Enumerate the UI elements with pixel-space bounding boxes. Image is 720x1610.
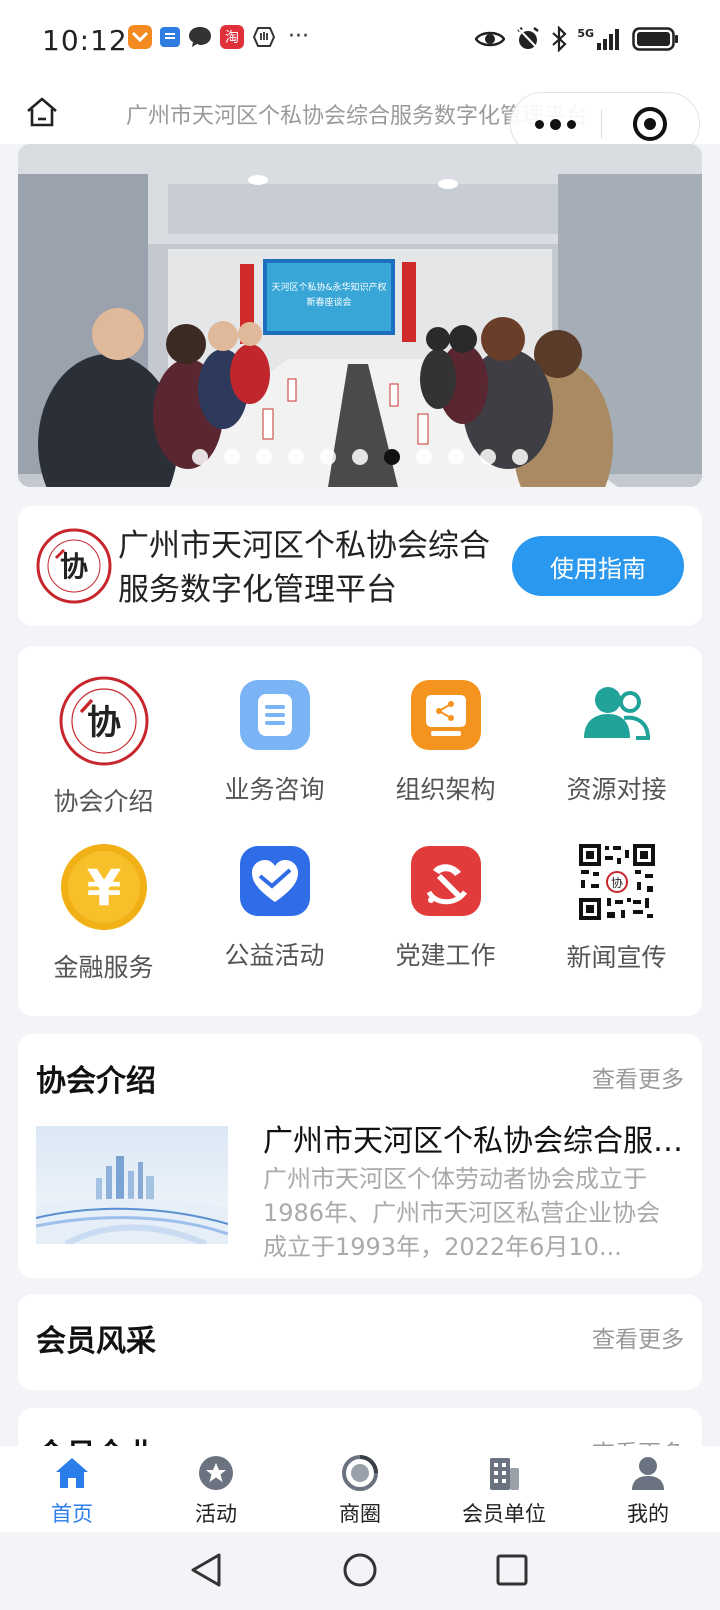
recent-apps-icon[interactable] <box>488 1546 536 1594</box>
menu-label: 金融服务 <box>53 953 154 982</box>
network-type: 5G <box>577 26 594 40</box>
status-time: 10:12 <box>42 24 128 57</box>
tab-label: 活动 <box>195 1502 237 1526</box>
menu-label: 组织架构 <box>395 775 496 804</box>
status-right-icons: 5G <box>475 26 680 52</box>
tab-label: 会员单位 <box>462 1502 546 1526</box>
home-icon <box>53 1454 91 1492</box>
tab-home[interactable]: 首页 <box>0 1446 144 1532</box>
menu-item-news-publicity[interactable]: 协 新闻宣传 <box>531 812 702 972</box>
star-badge-icon <box>197 1454 235 1492</box>
battery-icon <box>632 27 678 51</box>
users-icon <box>572 676 662 754</box>
qr-code-icon: 协 <box>572 842 662 922</box>
menu-logo-glyph: 协 <box>87 703 121 743</box>
screen-text-line2: 新春座谈会 <box>306 296 351 308</box>
taobao-glyph: 淘 <box>225 29 239 46</box>
intro-thumbnail[interactable] <box>35 1126 229 1247</box>
intro-article-text: 广州市天河区个体劳动者协会成立于1986年、广州市天河区私营企业协会成立于199… <box>263 1165 661 1261</box>
tab-label: 我的 <box>627 1502 669 1526</box>
share-screen-icon <box>401 676 491 754</box>
coin-glyph: ¥ <box>86 859 121 917</box>
banner-photo: 天河区个私协&永华知识产权 新春座谈会 <box>18 144 702 487</box>
home-circle-icon[interactable] <box>336 1546 384 1594</box>
tab-profile[interactable]: 我的 <box>576 1446 720 1532</box>
heart-icon <box>230 842 320 920</box>
carousel-dot[interactable] <box>416 449 432 465</box>
carousel-dot[interactable] <box>352 449 368 465</box>
menu-item-org-structure[interactable]: 组织架构 <box>360 646 531 806</box>
ring-icon <box>341 1454 379 1492</box>
system-navigation-bar <box>0 1532 720 1610</box>
menu-item-party-building[interactable]: 党建工作 <box>360 812 531 972</box>
section-association-intro: 协会介绍 查看更多 广州市天河区个私协会综合服务数字化管理平台 广州市天河区个体… <box>18 1034 702 1278</box>
menu-item-association-intro[interactable]: 协 协会介绍 <box>18 646 189 816</box>
yuan-coin-icon: ¥ <box>59 842 149 932</box>
blue-app-icon <box>160 26 180 47</box>
user-guide-button[interactable]: 使用指南 <box>512 536 684 596</box>
signal-icon <box>597 29 619 50</box>
carousel-dot[interactable] <box>512 449 528 465</box>
carousel-dot[interactable] <box>480 449 496 465</box>
alarm-off-icon <box>517 27 541 51</box>
status-bar: 10:12 淘 ··· 5G <box>0 0 720 84</box>
association-logo: 协 <box>36 528 112 604</box>
carousel-dot[interactable] <box>384 449 400 465</box>
menu-label: 新闻宣传 <box>566 943 667 972</box>
screen-text-line1: 天河区个私协&永华知识产权 <box>271 281 386 293</box>
section-member-style: 会员风采 查看更多 <box>18 1294 702 1390</box>
chat-bubble-icon <box>188 25 212 49</box>
tab-business-circle[interactable]: 商圈 <box>288 1446 432 1532</box>
association-logo-icon: 协 <box>59 676 149 766</box>
section-title: 协会介绍 <box>36 1064 156 1099</box>
eye-icon <box>475 31 506 47</box>
taobao-icon: 淘 <box>220 24 244 49</box>
party-emblem-icon <box>401 842 491 920</box>
building-icon <box>485 1454 523 1492</box>
menu-label: 资源对接 <box>566 775 667 804</box>
menu-item-resource-matching[interactable]: 资源对接 <box>531 646 702 806</box>
carousel-dot[interactable] <box>448 449 464 465</box>
section-title: 会员风采 <box>36 1324 156 1359</box>
document-icon <box>230 676 320 754</box>
carousel-dot[interactable] <box>320 449 336 465</box>
bluetooth-icon <box>552 26 567 52</box>
menu-item-business-consulting[interactable]: 业务咨询 <box>189 646 360 806</box>
tab-label: 商圈 <box>339 1502 381 1526</box>
carousel-dot[interactable] <box>256 449 272 465</box>
shield-hand-icon <box>252 25 276 49</box>
platform-header-card: 协 广州市天河区个私协会综合服务数字化管理平台 使用指南 <box>18 506 702 626</box>
tab-label: 首页 <box>51 1502 93 1526</box>
status-app-icons: 淘 ··· <box>128 24 309 49</box>
banner-carousel[interactable]: 天河区个私协&永华知识产权 新春座谈会 <box>18 144 702 487</box>
menu-item-public-welfare[interactable]: 公益活动 <box>189 812 360 972</box>
bottom-tab-bar: 首页 活动 商圈 会员单位 我的 <box>0 1446 720 1532</box>
profile-icon <box>629 1454 667 1492</box>
carousel-dots <box>18 449 702 465</box>
qr-logo-glyph: 协 <box>610 875 622 890</box>
logo-glyph: 协 <box>60 550 88 583</box>
menu-label: 业务咨询 <box>224 775 325 804</box>
carousel-dot[interactable] <box>192 449 208 465</box>
carousel-dot[interactable] <box>224 449 240 465</box>
platform-title: 广州市天河区个私协会综合服务数字化管理平台 <box>118 528 490 608</box>
carousel-dot[interactable] <box>288 449 304 465</box>
taobao-orange-icon <box>128 24 152 49</box>
view-more-link[interactable]: 查看更多 <box>592 1320 684 1354</box>
menu-label: 公益活动 <box>224 941 325 970</box>
menu-item-financial-services[interactable]: ¥ 金融服务 <box>18 812 189 982</box>
status-more-indicator: ··· <box>288 24 309 49</box>
intro-article-title[interactable]: 广州市天河区个私协会综合服务数字化管理平台 <box>263 1116 683 1160</box>
menu-label: 党建工作 <box>395 941 496 970</box>
tab-member-units[interactable]: 会员单位 <box>432 1446 576 1532</box>
function-menu: 协 协会介绍 业务咨询 组织架构 资源对接 ¥ 金融服务 公益活动 党建工作 协… <box>18 646 702 1016</box>
back-icon[interactable] <box>182 1546 230 1594</box>
tab-activities[interactable]: 活动 <box>144 1446 288 1532</box>
view-more-link[interactable]: 查看更多 <box>592 1060 684 1094</box>
nav-home-icon[interactable] <box>24 94 60 130</box>
nav-bar: 广州市天河区个私协会综合服务数字化管理平台 <box>0 84 720 156</box>
